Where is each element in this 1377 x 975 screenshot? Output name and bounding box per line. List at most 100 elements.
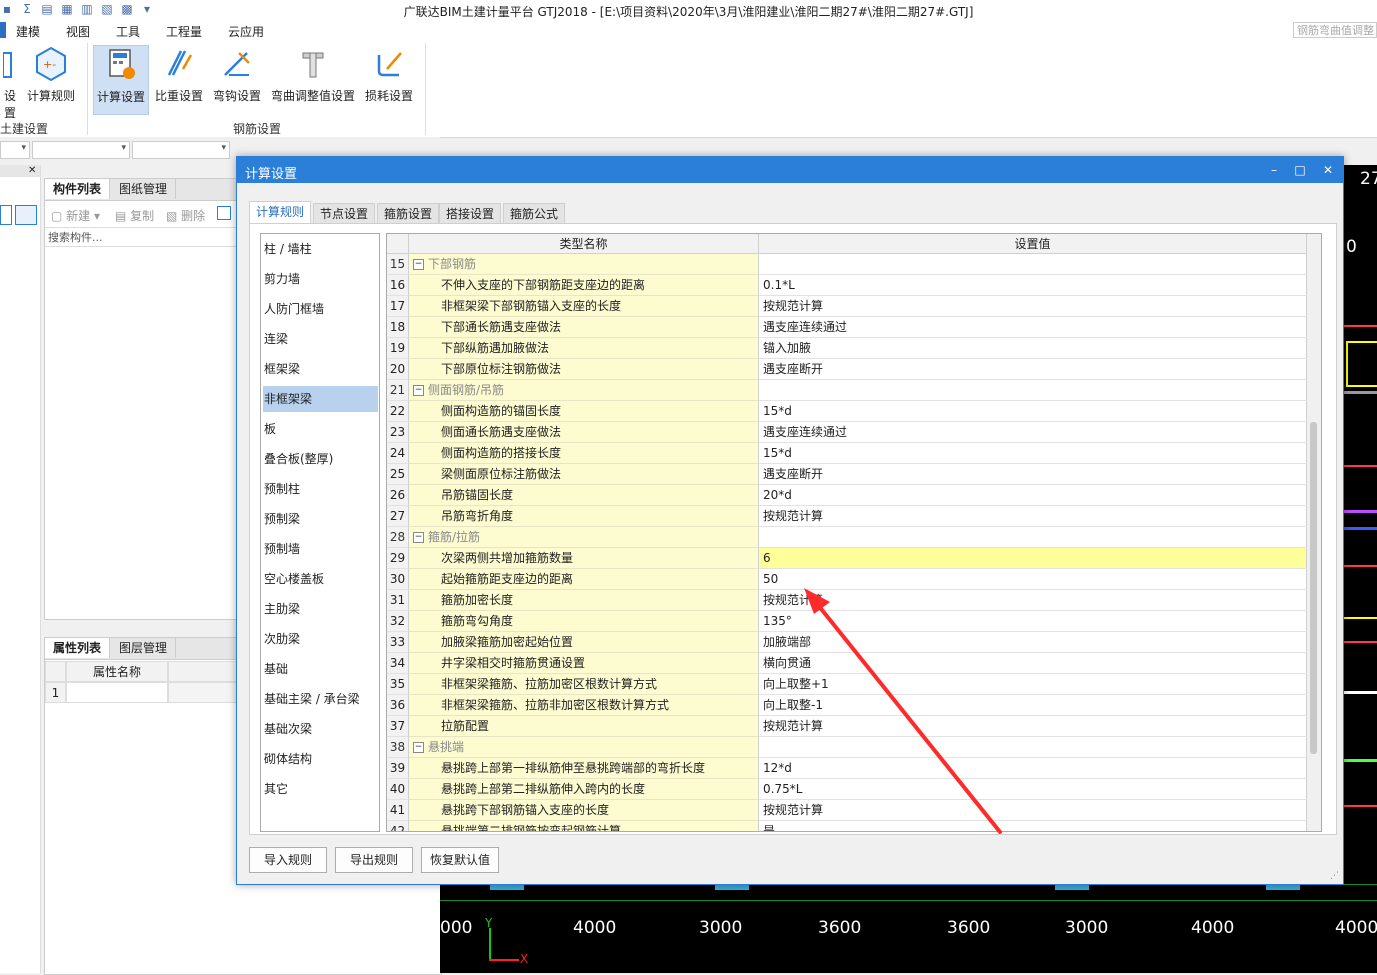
close-icon[interactable]: ✕	[1319, 161, 1337, 179]
hook-settings-button[interactable]: 弯钩设置	[211, 45, 263, 113]
menu-item-quantities[interactable]: 工程量	[166, 23, 202, 40]
group-row[interactable]: 21− 侧面钢筋/吊筋	[387, 380, 1307, 401]
group-row[interactable]: 28− 箍筋/拉筋	[387, 527, 1307, 548]
delete-button[interactable]: ▧ 删除	[166, 207, 205, 224]
maximize-icon[interactable]: □	[1291, 161, 1309, 179]
setting-value-cell[interactable]: 0.1*L	[759, 275, 1307, 296]
restore-defaults-button[interactable]: 恢复默认值	[421, 847, 499, 873]
setting-value-cell[interactable]: 遇支座断开	[759, 359, 1307, 380]
category-item[interactable]: 框架梁	[263, 356, 378, 382]
minimize-icon[interactable]: –	[1265, 161, 1283, 179]
settings-button[interactable]: 设置	[0, 45, 20, 120]
table-row[interactable]: 23 侧面通长筋遇支座做法 遇支座连续通过	[387, 422, 1307, 443]
floor-select[interactable]	[0, 141, 30, 159]
category-item[interactable]: 空心楼盖板	[263, 566, 378, 592]
setting-value-cell[interactable]: 遇支座断开	[759, 464, 1307, 485]
table-row[interactable]: 17 非框架梁下部钢筋锚入支座的长度 按规范计算	[387, 296, 1307, 317]
collapse-icon[interactable]: −	[413, 742, 424, 753]
table-row[interactable]: 22 侧面构造筋的锚固长度 15*d	[387, 401, 1307, 422]
table-row[interactable]: 19 下部纵筋遇加腋做法 锚入加腋	[387, 338, 1307, 359]
setting-value-cell[interactable]: 15*d	[759, 443, 1307, 464]
setting-value-cell[interactable]	[759, 254, 1307, 275]
copy-button[interactable]: ▤ 复制	[115, 207, 154, 224]
import-rules-button[interactable]: 导入规则	[249, 847, 327, 873]
type-name-text: 悬挑跨上部第二排纵筋伸入跨内的长度	[441, 782, 646, 796]
scrollbar-thumb[interactable]	[1310, 422, 1317, 754]
category-item[interactable]: 预制墙	[263, 536, 378, 562]
table-row[interactable]: 24 侧面构造筋的搭接长度 15*d	[387, 443, 1307, 464]
setting-value-cell[interactable]: 20*d	[759, 485, 1307, 506]
setting-value-cell[interactable]: 6	[759, 548, 1307, 569]
table-row[interactable]: 27 吊筋弯折角度 按规范计算	[387, 506, 1307, 527]
drawing-canvas[interactable]: 000 4000 3000 3600 3600 3000 4000 4000 Y…	[440, 880, 1377, 973]
category-item[interactable]: 非框架梁	[263, 386, 378, 412]
category-item[interactable]: 剪力墙	[263, 266, 378, 292]
close-icon[interactable]: ✕	[28, 165, 36, 176]
category-item[interactable]: 基础次梁	[263, 716, 378, 742]
setting-value-cell[interactable]: 遇支座连续通过	[759, 422, 1307, 443]
category-item[interactable]: 砌体结构	[263, 746, 378, 772]
tab-calc-rules[interactable]: 计算规则	[249, 201, 312, 224]
property-name-cell[interactable]	[66, 682, 168, 703]
menu-item-model[interactable]: 建模	[16, 23, 40, 40]
table-row[interactable]: 20 下部原位标注钢筋做法 遇支座断开	[387, 359, 1307, 380]
collapse-icon[interactable]: −	[413, 385, 424, 396]
table-row[interactable]: 25 梁侧面原位标注筋做法 遇支座断开	[387, 464, 1307, 485]
weight-settings-button[interactable]: 比重设置	[153, 45, 205, 113]
table-row[interactable]: 16 不伸入支座的下部钢筋距支座边的距离 0.1*L	[387, 275, 1307, 296]
category-item[interactable]: 叠合板(整厚)	[263, 446, 378, 472]
menu-item-cloud[interactable]: 云应用	[228, 23, 264, 40]
tab-layer-management[interactable]: 图层管理	[111, 638, 177, 658]
category-item[interactable]: 柱 / 墙柱	[263, 236, 378, 262]
category-item[interactable]: 基础主梁 / 承台梁	[263, 686, 378, 712]
layer-copy-icon[interactable]	[217, 206, 231, 220]
component-select[interactable]	[132, 141, 230, 159]
collapse-icon[interactable]: −	[413, 532, 424, 543]
calc-settings-button[interactable]: 计算设置	[93, 45, 149, 115]
tab-lap-settings[interactable]: 搭接设置	[439, 203, 502, 224]
export-rules-button[interactable]: 导出规则	[335, 847, 413, 873]
new-button[interactable]: ▢ 新建 ▾	[51, 207, 100, 224]
tab-stirrup-settings[interactable]: 箍筋设置	[377, 203, 440, 224]
tab-stirrup-formula[interactable]: 箍筋公式	[503, 203, 566, 224]
list-view-icon[interactable]	[0, 205, 12, 225]
table-row[interactable]: 29 次梁两侧共增加箍筋数量 6	[387, 548, 1307, 569]
tab-component-list[interactable]: 构件列表	[45, 179, 111, 199]
dialog-title-bar: 计算设置 – □ ✕	[237, 157, 1343, 183]
category-item[interactable]: 次肋梁	[263, 626, 378, 652]
setting-value-cell[interactable]	[759, 527, 1307, 548]
ribbon-search-input[interactable]: 钢筋弯曲值调整	[1293, 22, 1377, 38]
bend-adjust-settings-button[interactable]: 弯曲调整值设置	[269, 45, 357, 113]
tab-drawing-management[interactable]: 图纸管理	[111, 179, 177, 199]
category-item[interactable]: 预制梁	[263, 506, 378, 532]
calc-rules-button[interactable]: +- 计算规则	[25, 45, 77, 113]
category-item[interactable]: 板	[263, 416, 378, 442]
collapse-icon[interactable]: −	[413, 259, 424, 270]
component-type-select[interactable]	[32, 141, 130, 159]
table-row[interactable]: 26 吊筋锚固长度 20*d	[387, 485, 1307, 506]
setting-value-cell[interactable]: 按规范计算	[759, 506, 1307, 527]
tab-node-settings[interactable]: 节点设置	[313, 203, 376, 224]
setting-value-cell[interactable]: 按规范计算	[759, 296, 1307, 317]
menu-item-tools[interactable]: 工具	[116, 23, 140, 40]
type-name-cell: 下部通长筋遇支座做法	[409, 317, 759, 338]
category-item[interactable]: 主肋梁	[263, 596, 378, 622]
group-row[interactable]: 15− 下部钢筋	[387, 254, 1307, 275]
menu-item-view[interactable]: 视图	[66, 23, 90, 40]
setting-value-cell[interactable]: 遇支座连续通过	[759, 317, 1307, 338]
category-item[interactable]: 基础	[263, 656, 378, 682]
drawing-canvas-right[interactable]: 27 0	[1342, 165, 1377, 880]
category-item[interactable]: 其它	[263, 776, 378, 802]
setting-value-cell[interactable]: 锚入加腋	[759, 338, 1307, 359]
setting-value-cell[interactable]: 15*d	[759, 401, 1307, 422]
resize-grip-icon[interactable]: ⋰	[1330, 871, 1339, 881]
ribbon: 设置 +- 计算规则 计算设置 比重设置 弯钩设置 弯曲调整值设置 损耗设置 土…	[0, 41, 1377, 138]
table-row[interactable]: 18 下部通长筋遇支座做法 遇支座连续通过	[387, 317, 1307, 338]
tab-property-list[interactable]: 属性列表	[45, 638, 111, 658]
tile-view-icon[interactable]	[15, 205, 37, 225]
category-item[interactable]: 人防门框墙	[263, 296, 378, 322]
category-item[interactable]: 预制柱	[263, 476, 378, 502]
category-item[interactable]: 连梁	[263, 326, 378, 352]
loss-settings-button[interactable]: 损耗设置	[362, 45, 416, 113]
setting-value-cell[interactable]	[759, 380, 1307, 401]
